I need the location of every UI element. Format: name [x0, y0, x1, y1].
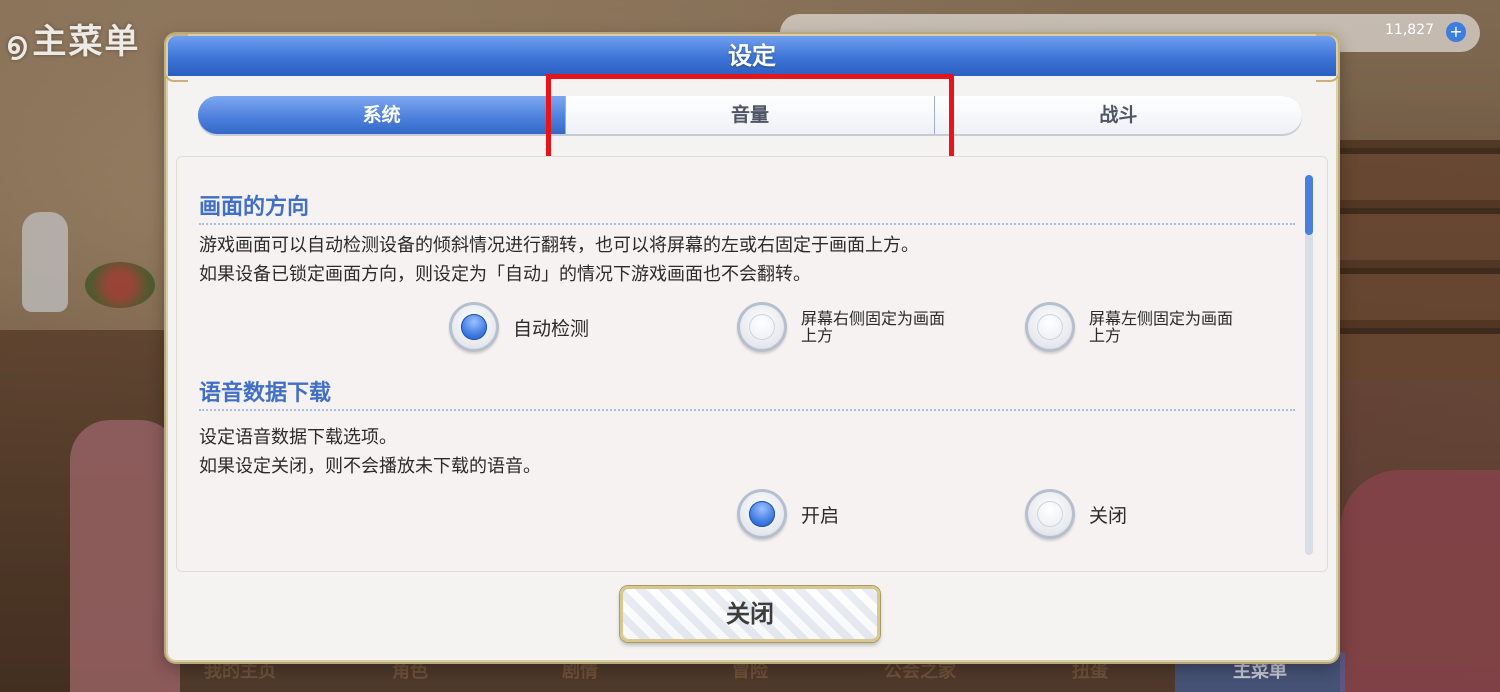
section-desc-line: 设定语音数据下载选项。 [199, 427, 397, 448]
section-desc-line: 游戏画面可以自动检测设备的倾斜情况进行翻转，也可以将屏幕的左或右固定于画面上方。 [199, 235, 919, 256]
panel-scrollbar[interactable] [1305, 175, 1313, 555]
radio-label: 开启 [801, 504, 840, 527]
radio-label: 屏幕左侧固定为画面上方 [1089, 309, 1234, 345]
add-gold-icon[interactable]: + [1446, 22, 1466, 42]
tab-battle[interactable]: 战斗 [934, 96, 1302, 134]
section-title-voice-download: 语音数据下载 [199, 381, 332, 406]
section-title-screen-orientation: 画面的方向 [199, 195, 310, 220]
radio-unchecked-icon[interactable] [737, 302, 787, 352]
radio-option-on[interactable]: 开启 [737, 489, 839, 539]
menu-swirl-icon: ൭ [6, 26, 29, 61]
radio-label: 自动检测 [513, 317, 590, 340]
settings-panel: 画面的方向 游戏画面可以自动检测设备的倾斜情况进行翻转，也可以将屏幕的左或右固定… [176, 156, 1328, 572]
close-button[interactable]: 关闭 [620, 586, 880, 642]
main-menu-title-text: 主菜单 [32, 22, 141, 62]
dialog-title: 设定 [728, 42, 776, 70]
tab-system[interactable]: 系统 [198, 96, 567, 134]
radio-checked-icon[interactable] [737, 489, 787, 539]
radio-unchecked-icon[interactable] [1025, 489, 1075, 539]
radio-option-right-top[interactable]: 屏幕右侧固定为画面上方 [737, 302, 951, 352]
main-menu-title: ൭ 主菜单 [6, 14, 140, 63]
gold-amount: 11,827 [1385, 22, 1434, 38]
scrollbar-thumb[interactable] [1305, 175, 1313, 235]
settings-tabs: 系统 音量 战斗 [198, 96, 1302, 134]
radio-label: 关闭 [1089, 504, 1128, 527]
section-divider [199, 409, 1295, 411]
radio-option-off[interactable]: 关闭 [1025, 489, 1127, 539]
settings-dialog: 设定 系统 音量 战斗 画面的方向 游戏画面可以自动检测设备的倾斜情况进行翻转，… [164, 34, 1340, 662]
radio-unchecked-icon[interactable] [1025, 302, 1075, 352]
radio-checked-icon[interactable] [449, 302, 499, 352]
radio-option-left-top[interactable]: 屏幕左侧固定为画面上方 [1025, 302, 1239, 352]
section-desc-line: 如果设定关闭，则不会播放未下载的语音。 [199, 456, 541, 477]
tab-volume[interactable]: 音量 [566, 96, 935, 134]
radio-option-auto-detect[interactable]: 自动检测 [449, 302, 589, 352]
radio-label: 屏幕右侧固定为画面上方 [801, 309, 946, 345]
section-desc-line: 如果设备已锁定画面方向，则设定为「自动」的情况下游戏画面也不会翻转。 [199, 264, 811, 285]
section-divider [199, 223, 1295, 225]
